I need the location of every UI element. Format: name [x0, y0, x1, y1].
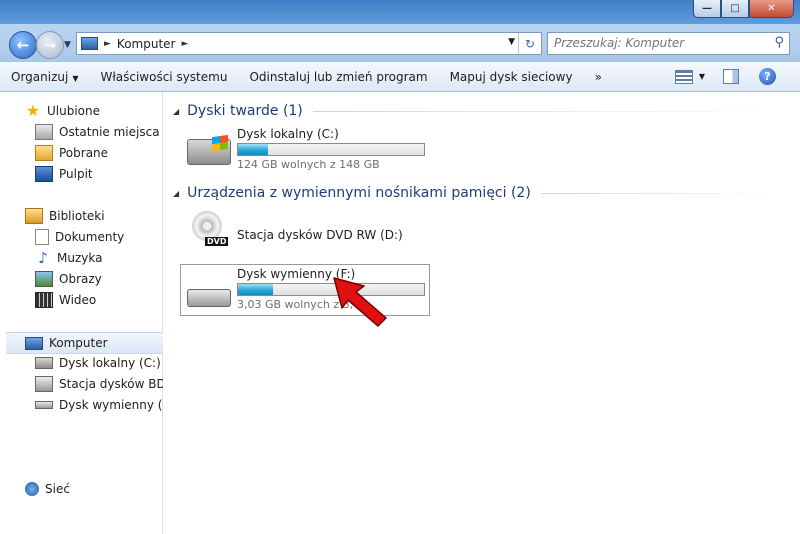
sidebar-item-computer[interactable]: Komputer [6, 332, 181, 354]
computer-icon [81, 37, 98, 50]
maximize-icon: □ [730, 3, 740, 14]
sidebar-item-label: Pulpit [59, 167, 93, 181]
dvd-label: DVD [205, 237, 229, 246]
usage-bar-fill [238, 144, 268, 155]
command-bar: Organizuj ▼ Właściwości systemu Odinstalu… [0, 62, 800, 92]
windows-logo-icon [212, 134, 228, 152]
drive-item-d[interactable]: DVD Stacja dysków DVD RW (D:) [181, 209, 429, 259]
forward-button[interactable]: → [36, 31, 64, 59]
desktop-icon [35, 166, 53, 182]
system-properties-button[interactable]: Właściwości systemu [89, 70, 238, 84]
sidebar-item-label: Wideo [59, 293, 97, 307]
sidebar-item-label: Pobrane [59, 146, 109, 160]
sidebar-item-network[interactable]: Sieć [0, 479, 187, 499]
hard-disk-icon [35, 357, 53, 369]
sidebar-item-label: Dysk lokalny (C:) [59, 356, 161, 370]
content-area: ◢ Dyski twarde (1) Dysk lokalny (C:) 124… [163, 92, 800, 534]
back-button[interactable]: ← [9, 31, 37, 59]
recent-places-icon [35, 124, 53, 140]
collapse-triangle-icon: ◢ [173, 188, 180, 198]
pictures-icon [35, 271, 53, 287]
hard-disk-icon [187, 134, 231, 165]
collapse-triangle-icon: ◢ [173, 106, 180, 116]
view-controls: ▼ ? [674, 62, 800, 91]
sidebar-item-label: Komputer [49, 336, 108, 350]
navigation-pane: ★ Ulubione Ostatnie miejsca Pobrane Pulpi… [0, 92, 181, 534]
sidebar-item-label: Dokumenty [55, 230, 125, 244]
group-divider [312, 110, 783, 112]
chevron-down-icon: ▼ [72, 73, 79, 83]
group-divider [540, 192, 783, 194]
search-icon[interactable]: ⚲ [774, 35, 784, 50]
group-title: Dyski twarde (1) [187, 103, 303, 119]
videos-film-icon [35, 292, 53, 308]
uninstall-program-button[interactable]: Odinstaluj lub zmień program [238, 70, 438, 84]
sidebar-item-label: Obrazy [59, 272, 102, 286]
minimize-button[interactable]: — [693, 0, 721, 18]
drive-name: Stacja dysków DVD RW (D:) [237, 228, 403, 242]
music-note-icon: ♪ [38, 249, 48, 267]
search-input[interactable] [548, 33, 770, 52]
refresh-button[interactable]: ↻ [518, 33, 541, 54]
removable-drive-icon [187, 289, 231, 307]
removable-drive-icon [35, 401, 53, 409]
help-button[interactable]: ? [759, 68, 776, 85]
breadcrumb-chevron-icon[interactable]: ► [181, 39, 188, 49]
back-arrow-icon: ← [16, 36, 30, 54]
maximize-button[interactable]: □ [721, 0, 749, 18]
preview-pane-icon[interactable] [723, 69, 739, 84]
sidebar-item-favorites[interactable]: ★ Ulubione [0, 101, 187, 121]
computer-icon [25, 336, 43, 350]
address-toolbar: ← → ▼ ► Komputer ► ▼ ↻ ⚲ [0, 24, 800, 62]
close-icon: ✕ [767, 3, 776, 14]
drive-name: Dysk lokalny (C:) [237, 127, 339, 141]
dvd-drive-icon: DVD [189, 211, 229, 247]
sidebar-item-label: Muzyka [57, 251, 103, 265]
annotation-arrow-icon [333, 277, 387, 327]
close-button[interactable]: ✕ [749, 0, 794, 18]
change-view-icon[interactable] [674, 69, 693, 84]
sidebar-item-label: Ulubione [47, 104, 101, 118]
usage-bar-fill [238, 284, 274, 295]
view-dropdown-icon[interactable]: ▼ [699, 72, 705, 81]
group-header-hard-disks[interactable]: ◢ Dyski twarde (1) [173, 103, 783, 119]
drive-item-c[interactable]: Dysk lokalny (C:) 124 GB wolnych z 148 G… [181, 125, 429, 175]
organize-label: Organizuj [11, 69, 69, 84]
disc-drive-icon [35, 376, 53, 392]
refresh-icon: ↻ [524, 36, 536, 51]
sidebar-item-libraries[interactable]: Biblioteki [0, 206, 187, 226]
downloads-folder-icon [35, 145, 53, 161]
free-space-text: 124 GB wolnych z 148 GB [237, 158, 380, 171]
map-network-drive-button[interactable]: Mapuj dysk sieciowy [439, 70, 584, 84]
group-title: Urządzenia z wymiennymi nośnikami pamięc… [187, 185, 531, 201]
network-icon [25, 482, 39, 496]
recent-pages-dropdown[interactable]: ▼ [64, 40, 71, 50]
breadcrumb-chevron-icon[interactable]: ► [104, 39, 111, 49]
forward-arrow-icon: → [43, 36, 57, 54]
address-dropdown-icon[interactable]: ▼ [508, 37, 515, 47]
libraries-icon [25, 208, 43, 224]
organize-menu[interactable]: Organizuj ▼ [0, 70, 89, 84]
sidebar-item-label: Sieć [45, 482, 70, 496]
breadcrumb-computer[interactable]: Komputer [117, 37, 176, 51]
minimize-icon: — [702, 3, 712, 14]
sidebar-item-label: Ostatnie miejsca [59, 125, 160, 139]
usage-bar [237, 143, 425, 156]
sidebar-item-label: Dysk wymienny (F:) [59, 398, 178, 412]
sidebar-item-label: Biblioteki [49, 209, 105, 223]
title-bar: — □ ✕ [0, 0, 800, 24]
address-bar[interactable]: ► Komputer ► ▼ ↻ [76, 32, 542, 55]
arrow-shape [333, 277, 387, 327]
window-controls: — □ ✕ [693, 0, 794, 18]
sidebar-item-label: Stacja dysków BD-R [59, 377, 179, 391]
more-commands-button[interactable]: » [584, 70, 613, 84]
group-header-removable[interactable]: ◢ Urządzenia z wymiennymi nośnikami pami… [173, 185, 783, 201]
documents-icon [35, 229, 49, 245]
search-box[interactable]: ⚲ [547, 32, 790, 55]
star-icon: ★ [25, 101, 41, 120]
